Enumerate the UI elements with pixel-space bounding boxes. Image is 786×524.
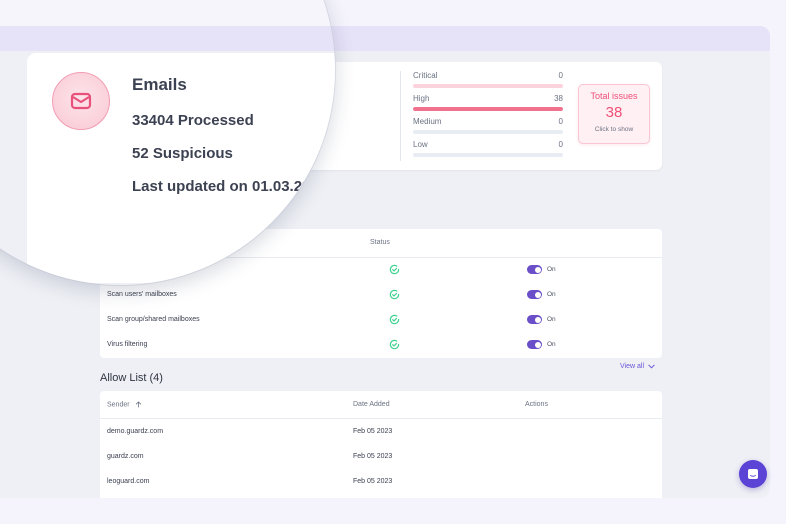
- total-issues-title: Total issues: [590, 91, 638, 101]
- chat-support-button[interactable]: [739, 460, 767, 488]
- sort-ascending-icon[interactable]: [135, 401, 142, 408]
- sender-cell: guardz.com: [107, 453, 144, 460]
- sender-cell: leoguard.com: [107, 478, 150, 485]
- severity-bar: [413, 107, 563, 111]
- view-all-label: View all: [620, 363, 644, 370]
- severity-medium: Medium 0: [413, 117, 563, 140]
- check-circle-icon: [389, 339, 400, 350]
- severity-label: High: [413, 94, 430, 103]
- severity-count: 38: [554, 94, 563, 103]
- severity-count: 0: [558, 71, 563, 80]
- toggle-label: On: [547, 266, 556, 273]
- magnifier-overlay: Emails 33404 Processed 52 Suspicious Las…: [0, 0, 335, 285]
- severity-critical: Critical 0: [413, 71, 563, 94]
- severity-list: Critical 0 High 38 Medium 0 Low 0: [413, 71, 563, 163]
- severity-bar: [413, 130, 563, 134]
- column-header-actions: Actions: [525, 401, 548, 408]
- view-all-link[interactable]: View all: [620, 363, 655, 370]
- mail-icon-badge: [52, 72, 110, 130]
- table-row: Virus filtering On: [100, 333, 662, 358]
- column-header-date-added[interactable]: Date Added: [353, 401, 390, 408]
- allow-list-title: Allow List (4): [100, 372, 163, 384]
- total-issues-hint: Click to show: [594, 126, 634, 133]
- severity-count: 0: [558, 140, 563, 149]
- allow-list-table: Sender Date Added Actions demo.guardz.co…: [100, 391, 662, 498]
- allow-list-header: Sender Date Added Actions: [100, 391, 662, 419]
- sender-header-label: Sender: [107, 401, 130, 409]
- sender-cell: demo.guardz.com: [107, 428, 164, 435]
- emails-summary-zoomed: Emails 33404 Processed 52 Suspicious Las…: [27, 53, 335, 283]
- setting-name: Scan group/shared mailboxes: [107, 316, 200, 323]
- column-header-status: Status: [370, 239, 390, 246]
- total-issues-value: 38: [605, 104, 623, 121]
- severity-count: 0: [558, 117, 563, 126]
- divider: [400, 71, 401, 161]
- severity-bar: [413, 153, 563, 157]
- severity-low: Low 0: [413, 140, 563, 163]
- chat-icon: [748, 469, 758, 479]
- processed-count: 33404 Processed: [132, 112, 254, 129]
- date-added-cell: Feb 05 2023: [353, 428, 393, 435]
- toggle-label: On: [547, 341, 556, 348]
- setting-name: Scan users' mailboxes: [107, 291, 177, 298]
- severity-bar-fill: [413, 107, 563, 111]
- magnifier-background: [0, 0, 335, 26]
- table-row: Scan users' mailboxes On: [100, 283, 662, 308]
- toggle-label: On: [547, 291, 556, 298]
- chevron-down-icon: [648, 364, 655, 369]
- date-added-cell: Feb 05 2023: [353, 478, 393, 485]
- severity-label: Low: [413, 140, 428, 149]
- mail-icon: [70, 92, 92, 110]
- severity-label: Medium: [413, 117, 442, 126]
- table-row: leoguard.com Feb 05 2023: [100, 469, 662, 494]
- toggle-switch[interactable]: [527, 340, 542, 349]
- suspicious-count: 52 Suspicious: [132, 145, 233, 162]
- date-added-cell: Feb 05 2023: [353, 453, 393, 460]
- setting-name: Virus filtering: [107, 341, 148, 348]
- magnifier-header-band: [0, 26, 335, 51]
- column-header-sender[interactable]: Sender: [107, 401, 142, 408]
- severity-label: Critical: [413, 71, 438, 80]
- check-circle-icon: [389, 289, 400, 300]
- toggle-switch[interactable]: [527, 315, 542, 324]
- toggle-switch[interactable]: [527, 290, 542, 299]
- toggle-label: On: [547, 316, 556, 323]
- check-circle-icon: [389, 264, 400, 275]
- severity-bar: [413, 84, 563, 88]
- severity-high: High 38: [413, 94, 563, 117]
- table-row: guardz.com Feb 05 2023: [100, 444, 662, 469]
- check-circle-icon: [389, 314, 400, 325]
- emails-title: Emails: [132, 75, 187, 94]
- toggle-switch[interactable]: [527, 265, 542, 274]
- table-row: Scan group/shared mailboxes On: [100, 308, 662, 333]
- table-row: demo.guardz.com Feb 05 2023: [100, 419, 662, 444]
- total-issues-button[interactable]: Total issues 38 Click to show: [578, 84, 650, 144]
- last-updated: Last updated on 01.03.23: [132, 178, 311, 195]
